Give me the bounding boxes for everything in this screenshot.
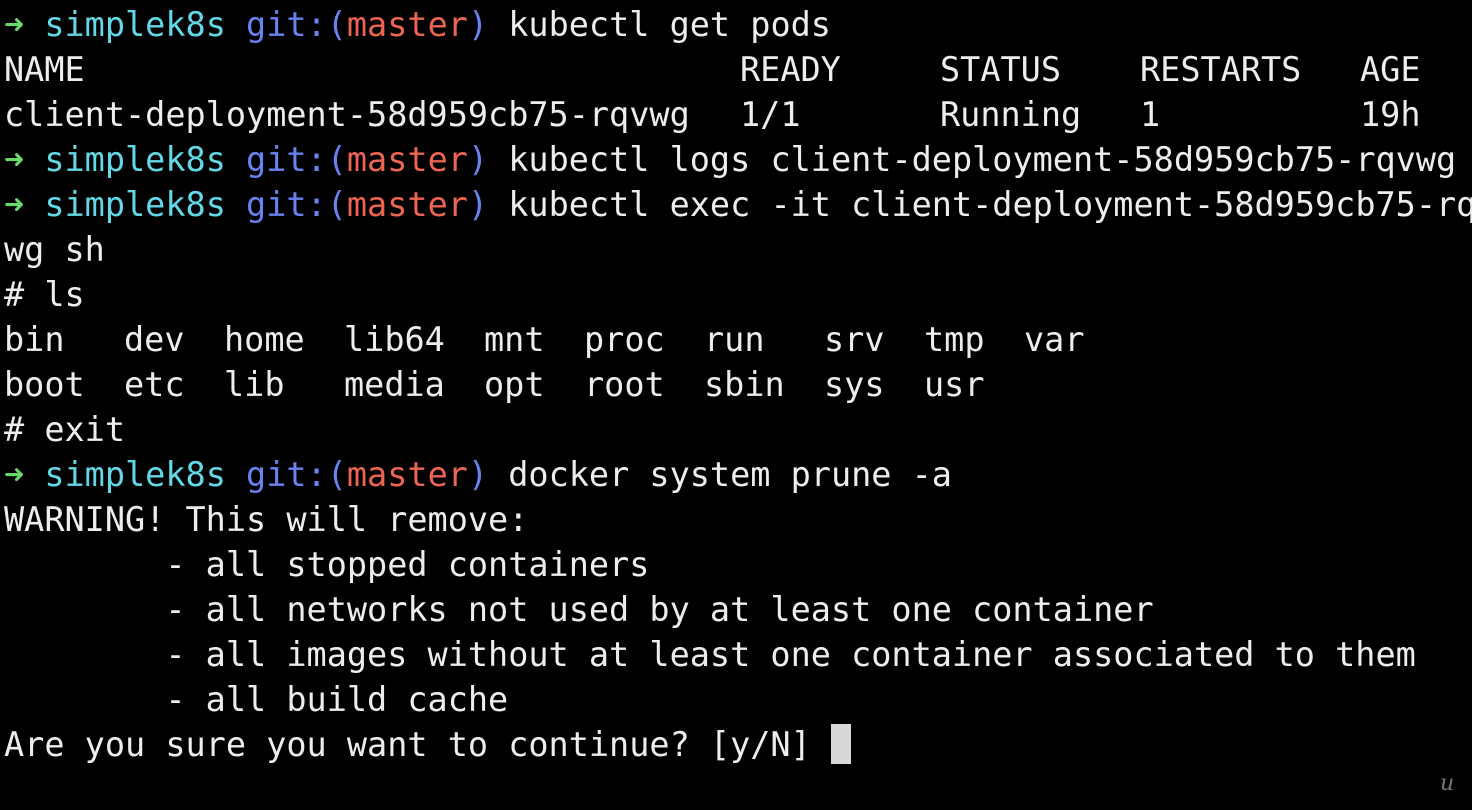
prompt-arrow-icon: ➜ xyxy=(4,5,25,44)
ls-output-row-2: boot etc lib media opt root sbin sys usr xyxy=(0,362,1472,407)
ls-entry: boot xyxy=(4,365,85,404)
prompt-git-prefix: git:( xyxy=(246,5,347,44)
ls-entry: home xyxy=(224,320,305,359)
shell-ls-command: # ls xyxy=(4,275,85,314)
ls-entry: proc xyxy=(584,320,665,359)
ls-entry: media xyxy=(344,365,445,404)
pods-table-row: client-deployment-58d959cb75-rqvwg 1/1 R… xyxy=(0,92,1472,137)
confirm-prompt-line[interactable]: Are you sure you want to continue? [y/N] xyxy=(0,722,1472,767)
command-text: kubectl exec -it client-deployment-58d95… xyxy=(508,185,1472,224)
prune-item: - all images without at least one contai… xyxy=(4,635,1416,674)
header-status: STATUS xyxy=(940,50,1062,89)
prompt-git-prefix: git:( xyxy=(246,455,347,494)
terminal-window[interactable]: ➜ simplek8s git:(master) kubectl get pod… xyxy=(0,0,1472,810)
prune-item: - all build cache xyxy=(4,680,509,719)
ls-entry: sys xyxy=(824,365,885,404)
command-text: docker system prune -a xyxy=(508,455,952,494)
prune-item: - all stopped containers xyxy=(4,545,650,584)
prompt-branch: master xyxy=(346,185,468,224)
prompt-directory: simplek8s xyxy=(44,140,226,179)
ls-output-row-1: bin dev home lib64 mnt proc run srv tmp … xyxy=(0,317,1472,362)
confirm-prompt-text: Are you sure you want to continue? [y/N] xyxy=(4,725,831,764)
ls-entry: opt xyxy=(484,365,545,404)
prune-warning: WARNING! This will remove: xyxy=(4,500,529,539)
prompt-branch: master xyxy=(346,140,468,179)
ls-entry: run xyxy=(704,320,765,359)
prompt-git-suffix: ) xyxy=(467,5,489,44)
prompt-git-suffix: ) xyxy=(467,185,489,224)
prompt-directory: simplek8s xyxy=(44,455,226,494)
ls-entry: tmp xyxy=(924,320,985,359)
prompt-line-get-pods: ➜ simplek8s git:(master) kubectl get pod… xyxy=(0,2,1472,47)
header-age: AGE xyxy=(1360,50,1421,89)
ls-entry: srv xyxy=(824,320,885,359)
header-name: NAME xyxy=(4,50,85,89)
prompt-line-logs: ➜ simplek8s git:(master) kubectl logs cl… xyxy=(0,137,1472,182)
command-text: kubectl get pods xyxy=(508,5,831,44)
prompt-line-docker-prune: ➜ simplek8s git:(master) docker system p… xyxy=(0,452,1472,497)
prompt-directory: simplek8s xyxy=(44,5,226,44)
shell-exit-command: # exit xyxy=(4,410,126,449)
header-ready: READY xyxy=(740,50,841,89)
ls-entry: var xyxy=(1024,320,1085,359)
watermark-logo: u xyxy=(1440,771,1455,796)
prompt-git-prefix: git:( xyxy=(246,140,347,179)
prompt-git-prefix: git:( xyxy=(246,185,347,224)
prompt-arrow-icon: ➜ xyxy=(4,455,25,494)
text-cursor[interactable] xyxy=(830,724,851,764)
ls-entry: mnt xyxy=(484,320,545,359)
ls-entry: lib64 xyxy=(344,320,445,359)
ls-entry: etc xyxy=(124,365,185,404)
ls-entry: dev xyxy=(124,320,185,359)
ls-entry: usr xyxy=(924,365,985,404)
prompt-branch: master xyxy=(346,455,468,494)
prompt-line-exec: ➜ simplek8s git:(master) kubectl exec -i… xyxy=(0,182,1472,227)
prompt-git-suffix: ) xyxy=(467,455,489,494)
prune-item: - all networks not used by at least one … xyxy=(4,590,1154,629)
prompt-branch: master xyxy=(346,5,468,44)
command-wrap-line: wg sh xyxy=(4,230,105,269)
ls-entry: lib xyxy=(224,365,285,404)
ls-entry: sbin xyxy=(704,365,785,404)
command-text: kubectl logs client-deployment-58d959cb7… xyxy=(508,140,1457,179)
ls-entry: bin xyxy=(4,320,65,359)
pod-status-cell: Running xyxy=(940,95,1082,134)
pod-ready-cell: 1/1 xyxy=(740,95,801,134)
prompt-arrow-icon: ➜ xyxy=(4,140,25,179)
prompt-directory: simplek8s xyxy=(44,185,226,224)
prompt-git-suffix: ) xyxy=(467,140,489,179)
prompt-arrow-icon: ➜ xyxy=(4,185,25,224)
ls-entry: root xyxy=(584,365,665,404)
header-restarts: RESTARTS xyxy=(1140,50,1302,89)
pod-age-cell: 19h xyxy=(1360,95,1421,134)
pod-name-cell: client-deployment-58d959cb75-rqvwg xyxy=(4,95,690,134)
pods-table-header: NAME READY STATUS RESTARTS AGE xyxy=(0,47,1472,92)
pod-restarts-cell: 1 xyxy=(1140,95,1161,134)
